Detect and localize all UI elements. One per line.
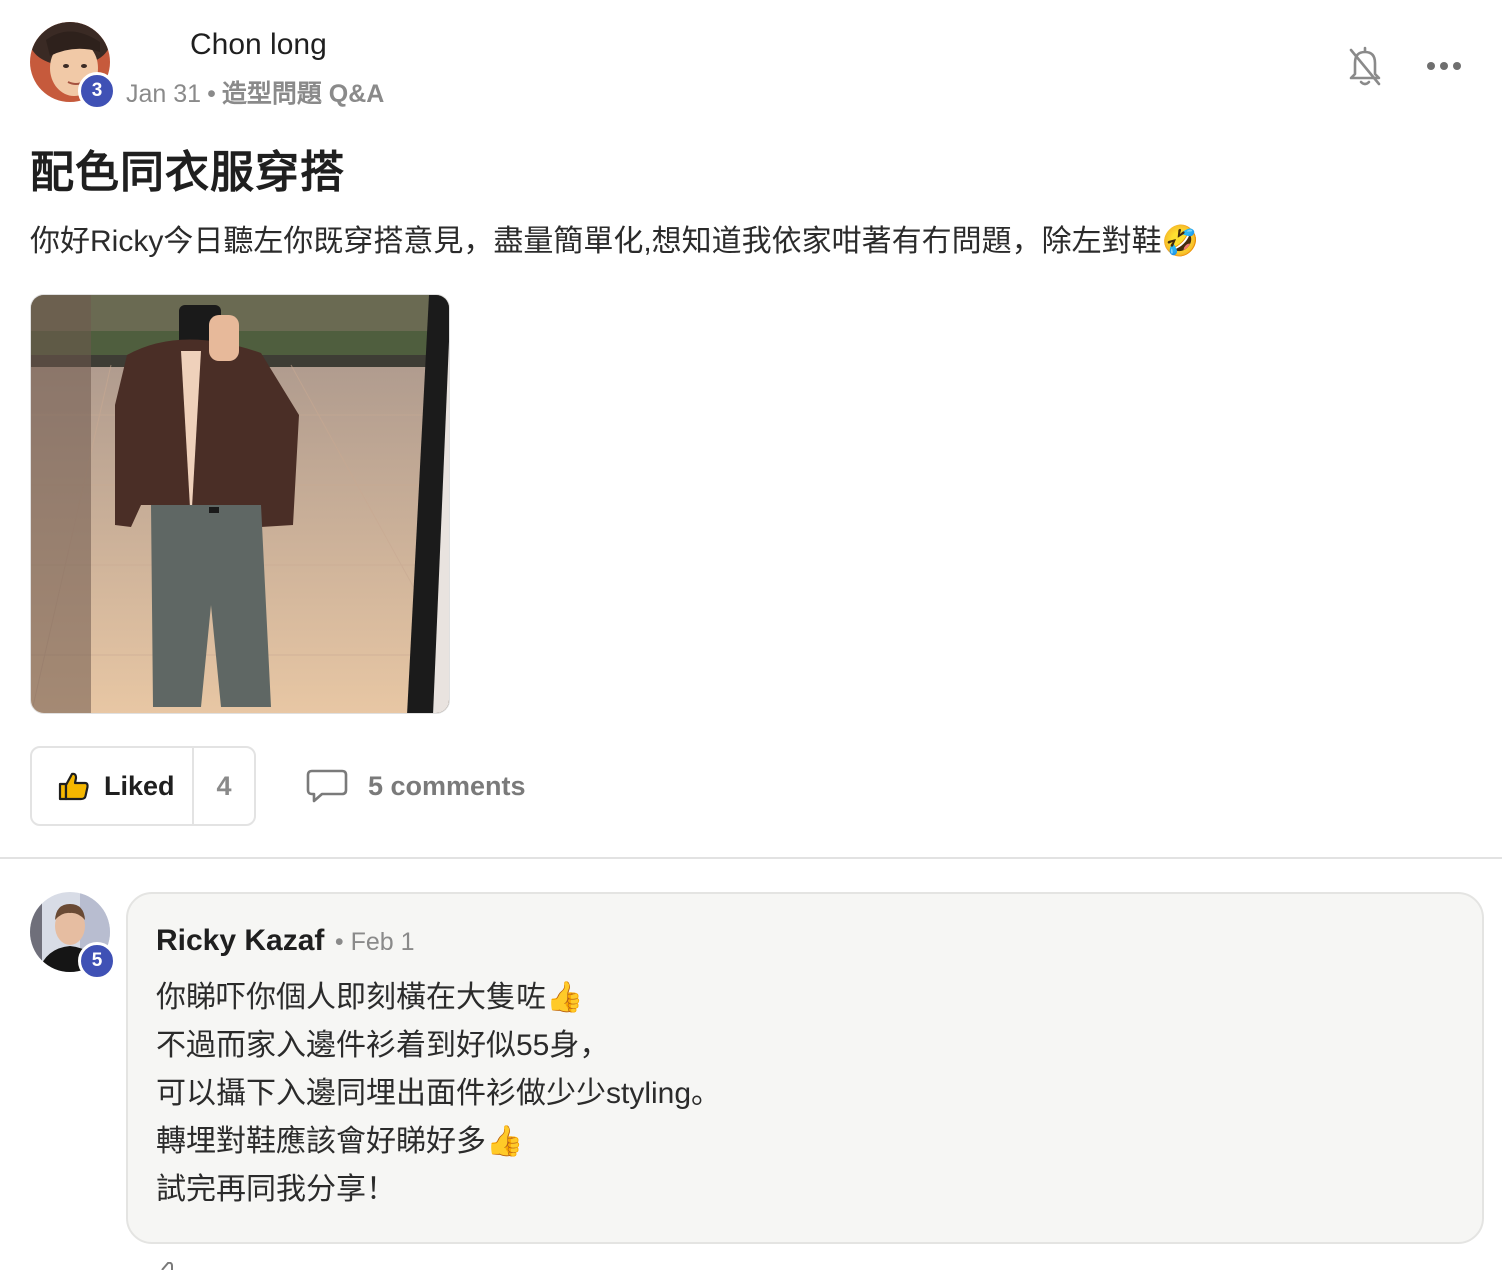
like-button[interactable]: Liked: [32, 748, 194, 824]
comment-separator: •: [334, 928, 344, 956]
post-category-link[interactable]: 造型問題 Q&A: [222, 80, 385, 108]
comments-count-label: 5 comments: [368, 770, 526, 801]
comment-like-icon[interactable]: [158, 1262, 178, 1270]
mirror-selfie-photo: [31, 295, 449, 713]
like-group: Liked 4: [30, 746, 256, 826]
author-level-badge: 3: [78, 72, 116, 110]
bell-off-icon[interactable]: [1345, 42, 1385, 90]
comment-bubble: Ricky Kazaf • Feb 1 你睇吓你個人即刻橫在大隻咗👍 不過而家入…: [126, 892, 1484, 1244]
post-title: 配色同衣服穿搭: [30, 148, 345, 197]
comment-line: 可以攝下入邊同埋出面件衫做少少styling。: [156, 1077, 722, 1110]
comment-bubble-icon: [306, 769, 348, 803]
comment-author-name[interactable]: Ricky Kazaf: [156, 924, 324, 957]
post-date: Jan 31: [126, 80, 202, 108]
comment-date: • Feb 1: [335, 928, 415, 956]
more-horizontal-icon[interactable]: [1422, 46, 1466, 86]
comment-line: 你睇吓你個人即刻橫在大隻咗👍: [156, 981, 584, 1014]
post-image[interactable]: [30, 294, 450, 714]
comment-author-level-badge: 5: [78, 942, 116, 980]
post-body-text: 你好Ricky今日聽左你既穿搭意見，盡量簡單化,想知道我依家咁著有冇問題，除左對…: [30, 225, 1200, 258]
comment-line: 轉埋對鞋應該會好睇好多👍: [156, 1125, 524, 1158]
comment-author-avatar[interactable]: 5: [30, 892, 116, 980]
comments-link[interactable]: 5 comments: [306, 762, 526, 810]
post-meta: Jan 31 • 造型問題 Q&A: [126, 74, 384, 110]
author-name[interactable]: Chon long: [190, 28, 327, 62]
comment-body: 你睇吓你個人即刻橫在大隻咗👍 不過而家入邊件衫着到好似55身， 可以攝下入邊同埋…: [156, 974, 721, 1214]
divider: [0, 857, 1502, 859]
comment-line: 不過而家入邊件衫着到好似55身，: [156, 1029, 610, 1062]
comment-date-text: Feb 1: [350, 928, 415, 956]
thumbs-up-icon: [58, 772, 89, 801]
post-header: 3 Chon long Jan 31 • 造型問題 Q&A: [30, 20, 1470, 110]
comment-line: 試完再同我分享！: [156, 1173, 396, 1206]
like-label: Liked: [104, 770, 175, 801]
author-avatar[interactable]: 3: [30, 22, 116, 110]
like-count[interactable]: 4: [194, 748, 254, 824]
comment-header: Ricky Kazaf • Feb 1: [156, 924, 415, 958]
meta-separator: •: [207, 80, 216, 108]
